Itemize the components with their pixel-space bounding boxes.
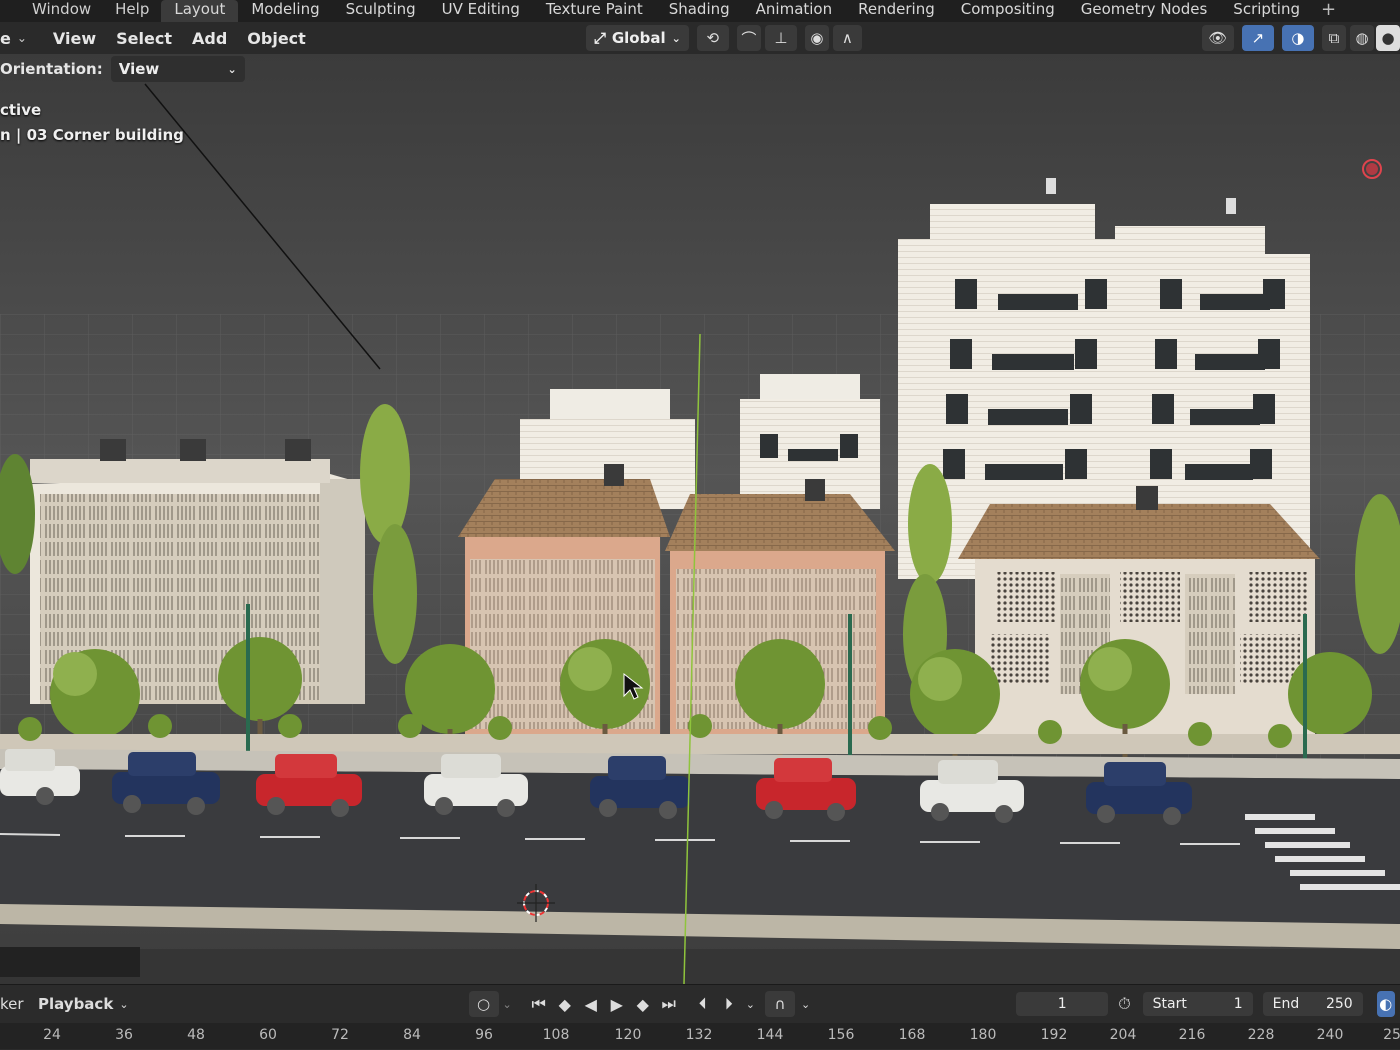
auto-keying-icon[interactable]: ○ (468, 991, 499, 1017)
ruler-tick: 240 (1316, 1027, 1344, 1043)
ruler-tick: 60 (259, 1027, 277, 1043)
blender-window: Window Help Layout Modeling Sculpting UV… (0, 0, 1400, 1050)
chevron-down-icon: ⌄ (671, 31, 681, 45)
visibility-icon[interactable]: 👁 (1201, 25, 1234, 51)
stopwatch-icon[interactable]: ⏱ (1118, 994, 1130, 1014)
prev-keyframe-icon[interactable]: ◆ (552, 995, 578, 1014)
orientation-axes-icon: ⤢ (593, 29, 606, 47)
3d-viewport[interactable] (0, 54, 1400, 984)
tab-geometry-nodes[interactable]: Geometry Nodes (1068, 0, 1221, 22)
chevron-down-icon: ⌄ (119, 997, 129, 1011)
tab-uv-editing[interactable]: UV Editing (429, 0, 533, 22)
snap-icon[interactable]: ⌒ (736, 25, 761, 51)
start-value: 1 (1233, 996, 1243, 1012)
ruler-tick: 132 (685, 1027, 713, 1043)
orientation-dropdown[interactable]: View ⌄ (110, 56, 245, 82)
playback-menu[interactable]: Playback (38, 995, 113, 1013)
timeline-editor: ker Playback ⌄ ○ ⌄ ⏮ ◆ ◀ ▶ ◆ ⏭ ⏴ ⏵ ⌄ ∩ ⌄… (0, 984, 1400, 1050)
orientation-label: Orientation: (0, 60, 103, 78)
chevron-down-icon[interactable]: ⌄ (746, 998, 755, 1011)
menu-add[interactable]: Add (192, 29, 227, 48)
ruler-tick: 168 (898, 1027, 926, 1043)
tab-compositing[interactable]: Compositing (948, 0, 1068, 22)
start-label: Start (1152, 996, 1187, 1012)
ruler-tick: 180 (969, 1027, 997, 1043)
ruler-tick: 84 (403, 1027, 421, 1043)
workspace-bar: Window Help Layout Modeling Sculpting UV… (0, 0, 1400, 22)
ruler-tick: 216 (1178, 1027, 1206, 1043)
xray-toggle-icon[interactable]: ⧉ (1321, 25, 1346, 51)
play-reverse-icon[interactable]: ◀ (578, 995, 604, 1014)
active-object-text: n | 03 Corner building (0, 126, 184, 144)
menu-object[interactable]: Object (247, 29, 306, 48)
keying-set-icon[interactable]: ∩ (764, 991, 795, 1017)
falloff-curve-icon[interactable]: ∧ (832, 25, 862, 51)
mode-menu[interactable]: e (0, 29, 11, 48)
prev-frame-icon[interactable]: ⏴ (690, 994, 716, 1014)
ruler-tick: 108 (542, 1027, 570, 1043)
next-keyframe-icon[interactable]: ◆ (630, 995, 656, 1014)
viewport-header: e ⌄ View Select Add Object ⤢ Global ⌄ ⟲ … (0, 22, 1400, 54)
frame-ruler[interactable]: 24 36 48 60 72 84 96 108 120 132 144 156… (0, 1023, 1400, 1049)
menu-window[interactable]: Window (20, 0, 103, 22)
jump-start-icon[interactable]: ⏮ (526, 994, 552, 1014)
editor-type-menu[interactable]: ker (0, 995, 38, 1013)
timeline-settings-icon[interactable]: ◐ (1376, 991, 1395, 1017)
menu-select[interactable]: Select (116, 29, 172, 48)
tab-rendering[interactable]: Rendering (845, 0, 948, 22)
proportional-edit-icon[interactable]: ◉ (804, 25, 829, 51)
ruler-tick: 96 (475, 1027, 493, 1043)
play-icon[interactable]: ▶ (604, 995, 630, 1014)
chevron-down-icon[interactable]: ⌄ (801, 998, 810, 1011)
transform-orientation-label: Global (611, 29, 666, 47)
menu-view[interactable]: View (53, 29, 96, 48)
ruler-tick: 144 (756, 1027, 784, 1043)
end-label: End (1272, 996, 1300, 1012)
orientation-row: Orientation: View ⌄ (0, 56, 245, 82)
jump-end-icon[interactable]: ⏭ (656, 994, 682, 1014)
ruler-tick: 120 (614, 1027, 642, 1043)
tab-shading[interactable]: Shading (656, 0, 743, 22)
next-frame-icon[interactable]: ⏵ (716, 994, 742, 1014)
snap-increment-icon[interactable]: ⊥ (764, 25, 797, 51)
transform-orientation-dropdown[interactable]: ⤢ Global ⌄ (585, 25, 689, 51)
add-workspace-button[interactable]: + (1313, 0, 1344, 22)
ruler-tick: 204 (1109, 1027, 1137, 1043)
tab-modeling[interactable]: Modeling (238, 0, 332, 22)
tab-sculpting[interactable]: Sculpting (333, 0, 429, 22)
ruler-tick: 228 (1247, 1027, 1275, 1043)
gizmo-toggle-icon[interactable]: ↗ (1241, 25, 1274, 51)
tab-scripting[interactable]: Scripting (1220, 0, 1313, 22)
start-frame-field[interactable]: Start 1 (1142, 992, 1253, 1016)
tab-layout[interactable]: Layout (161, 0, 239, 22)
tab-animation[interactable]: Animation (743, 0, 845, 22)
overlay-toggle-icon[interactable]: ◑ (1281, 25, 1314, 51)
chevron-down-icon[interactable]: ⌄ (17, 31, 27, 45)
chevron-down-icon: ⌄ (227, 62, 237, 76)
ruler-tick: 72 (331, 1027, 349, 1043)
scene-render (0, 54, 1400, 984)
view-type-text: ctive (0, 101, 42, 119)
orientation-value: View (118, 60, 160, 78)
tab-texture-paint[interactable]: Texture Paint (533, 0, 656, 22)
current-frame-field[interactable]: 1 (1016, 992, 1109, 1016)
viewport-info-overlay: ctive n | 03 Corner building (0, 98, 184, 148)
ruler-tick: 25 (1383, 1027, 1400, 1043)
timeline-header: ker Playback ⌄ ○ ⌄ ⏮ ◆ ◀ ▶ ◆ ⏭ ⏴ ⏵ ⌄ ∩ ⌄… (0, 989, 1400, 1019)
end-value: 250 (1325, 996, 1353, 1012)
ruler-tick: 192 (1040, 1027, 1068, 1043)
pivot-point-icon[interactable]: ⟲ (696, 25, 729, 51)
solid-shading-icon[interactable]: ● (1376, 25, 1400, 51)
end-frame-field[interactable]: End 250 (1262, 992, 1363, 1016)
ruler-tick: 156 (827, 1027, 855, 1043)
ruler-tick: 24 (43, 1027, 61, 1043)
ruler-tick: 36 (115, 1027, 133, 1043)
menu-help[interactable]: Help (103, 0, 161, 22)
ruler-tick: 48 (187, 1027, 205, 1043)
wireframe-shading-icon[interactable]: ◍ (1349, 25, 1375, 51)
chevron-down-icon[interactable]: ⌄ (503, 998, 512, 1011)
